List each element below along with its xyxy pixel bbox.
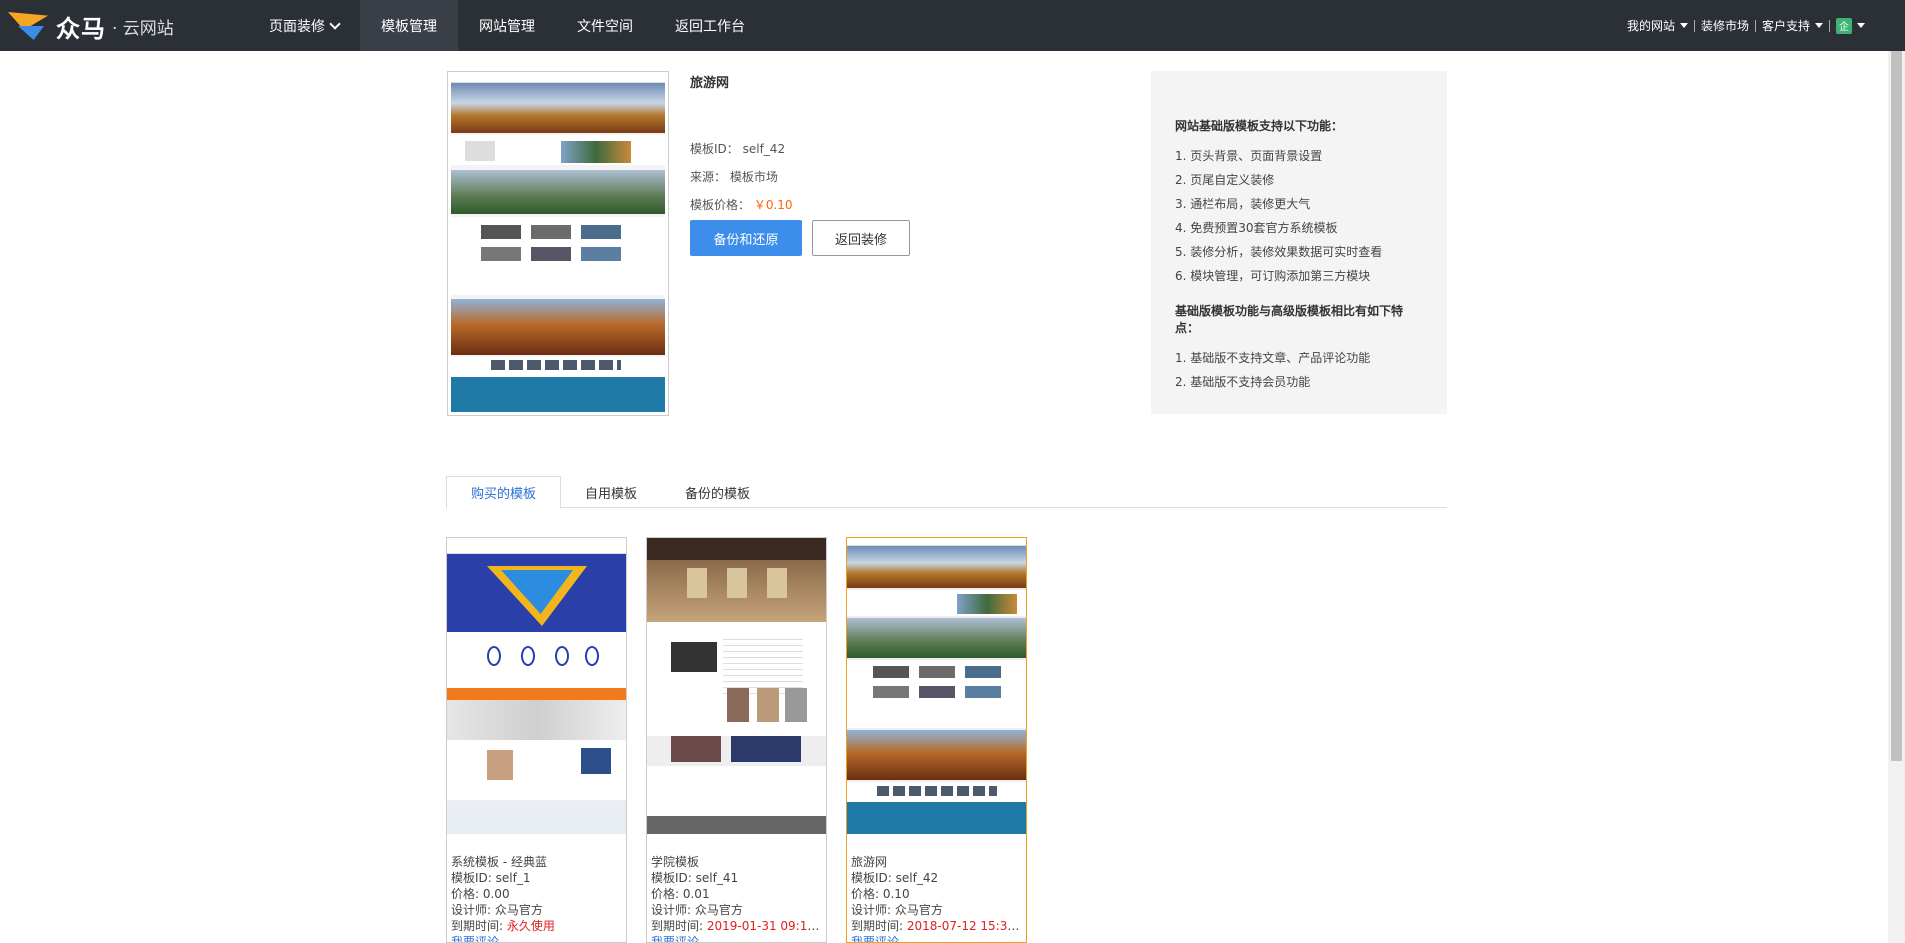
review-link[interactable]: 我要评论 — [451, 934, 622, 942]
template-card-expire: 到期时间: 2019-01-31 09:16:... — [651, 918, 822, 934]
template-price-value: ￥0.10 — [753, 198, 793, 212]
brand-logo[interactable]: 众马 · 云网站 — [8, 6, 174, 46]
enterprise-menu[interactable]: 企 — [1830, 17, 1871, 34]
tab-backup-templates[interactable]: 备份的模板 — [661, 476, 774, 508]
feature-item: 2. 页尾自定义装修 — [1175, 173, 1275, 187]
feature-info-box: 网站基础版模板支持以下功能： 1. 页头背景、页面背景设置 2. 页尾自定义装修… — [1151, 71, 1447, 414]
tab-own-templates[interactable]: 自用模板 — [561, 476, 661, 508]
template-tabs: 购买的模板 自用模板 备份的模板 — [446, 476, 1447, 509]
template-card[interactable]: 学院模板 模板ID: self_41 价格: 0.01 设计师: 众马官方 到期… — [646, 537, 827, 943]
nav-return-workbench[interactable]: 返回工作台 — [654, 0, 766, 51]
template-preview — [447, 71, 669, 416]
logo-text: 众马 — [56, 14, 106, 43]
market-label: 装修市场 — [1700, 19, 1749, 33]
nav-label: 网站管理 — [479, 18, 535, 35]
page-scrollbar[interactable] — [1888, 51, 1905, 943]
template-id-value: self_42 — [742, 142, 786, 156]
feature-item: 6. 模块管理，可订购添加第三方模块 — [1175, 269, 1371, 283]
expire-value: 2018-07-12 15:33:... — [906, 919, 1022, 933]
template-thumbnail[interactable] — [447, 538, 626, 834]
expire-label: 到期时间: — [651, 919, 707, 933]
logo-mark-icon — [8, 8, 54, 44]
template-card-price: 价格: 0.01 — [651, 887, 710, 901]
nav-label: 模板管理 — [381, 18, 437, 35]
feature-item: 5. 装修分析，装修效果数据可实时查看 — [1175, 245, 1383, 259]
template-id-row: 模板ID： self_42 — [690, 140, 1090, 158]
top-navbar: 众马 · 云网站 页面装修 模板管理 网站管理 文件空间 返回工作台 我的网站 … — [0, 0, 1905, 51]
nav-right: 我的网站 装修市场 客户支持 企 — [1621, 0, 1871, 51]
template-id-label: 模板ID： — [690, 142, 739, 156]
customer-support-menu[interactable]: 客户支持 — [1756, 17, 1829, 34]
feature-item: 1. 页头背景、页面背景设置 — [1175, 149, 1323, 163]
logo-subtitle: · 云网站 — [112, 18, 174, 39]
backup-restore-button[interactable]: 备份和还原 — [690, 220, 802, 256]
template-card-designer: 设计师: 众马官方 — [651, 903, 743, 917]
scrollbar-thumb[interactable] — [1891, 51, 1902, 761]
template-source-row: 来源： 模板市场 — [690, 168, 1090, 186]
expire-value: 2019-01-31 09:16:... — [706, 919, 822, 933]
template-card-price: 价格: 0.10 — [851, 887, 910, 901]
template-card[interactable]: 系统模板 - 经典蓝 模板ID: self_1 价格: 0.00 设计师: 众马… — [446, 537, 627, 943]
review-link[interactable]: 我要评论 — [851, 934, 1022, 942]
caret-down-icon — [1857, 23, 1865, 28]
nav-template-management[interactable]: 模板管理 — [360, 0, 458, 51]
nav-page-decoration[interactable]: 页面装修 — [248, 0, 360, 51]
decoration-market-link[interactable]: 装修市场 — [1695, 17, 1755, 34]
template-card[interactable]: 旅游网 模板ID: self_42 价格: 0.10 设计师: 众马官方 到期时… — [846, 537, 1027, 943]
template-card-id: 模板ID: self_42 — [851, 871, 939, 885]
nav-label: 页面装修 — [269, 18, 325, 35]
template-card-info: 系统模板 - 经典蓝 模板ID: self_1 价格: 0.00 设计师: 众马… — [447, 834, 626, 942]
template-card-expire: 到期时间: 2018-07-12 15:33:... — [851, 918, 1022, 934]
template-thumbnail[interactable] — [847, 538, 1026, 834]
expire-label: 到期时间: — [451, 919, 507, 933]
feature-item: 4. 免费预置30套官方系统模板 — [1175, 221, 1338, 235]
review-link[interactable]: 我要评论 — [651, 934, 822, 942]
template-card-info: 学院模板 模板ID: self_41 价格: 0.01 设计师: 众马官方 到期… — [647, 834, 826, 942]
enterprise-icon: 企 — [1836, 17, 1852, 34]
expire-label: 到期时间: — [851, 919, 907, 933]
template-card-name: 系统模板 - 经典蓝 — [451, 855, 547, 869]
limit-item: 2. 基础版不支持会员功能 — [1175, 375, 1311, 389]
caret-down-icon — [1815, 23, 1823, 28]
template-card-id: 模板ID: self_41 — [651, 871, 739, 885]
chevron-down-icon — [329, 17, 341, 30]
return-decoration-button[interactable]: 返回装修 — [812, 220, 910, 256]
nav-file-space[interactable]: 文件空间 — [556, 0, 654, 51]
features-heading: 网站基础版模板支持以下功能： — [1175, 119, 1344, 133]
template-card-price: 价格: 0.00 — [451, 887, 510, 901]
template-source-label: 来源： — [690, 170, 727, 184]
template-thumbnail[interactable] — [647, 538, 826, 834]
my-site-label: 我的网站 — [1626, 19, 1675, 33]
feature-item: 3. 通栏布局，装修更大气 — [1175, 197, 1311, 211]
template-card-expire: 到期时间: 永久使用 — [451, 918, 622, 934]
limits-heading: 基础版模板功能与高级版模板相比有如下特点： — [1175, 304, 1404, 335]
nav-label: 文件空间 — [577, 18, 633, 35]
template-card-id: 模板ID: self_1 — [451, 871, 531, 885]
template-card-designer: 设计师: 众马官方 — [451, 903, 543, 917]
expire-value: 永久使用 — [506, 919, 555, 933]
support-label: 客户支持 — [1761, 19, 1810, 33]
main-nav: 页面装修 模板管理 网站管理 文件空间 返回工作台 — [248, 0, 766, 51]
template-preview-image — [451, 75, 665, 412]
my-site-menu[interactable]: 我的网站 — [1621, 17, 1694, 34]
nav-site-management[interactable]: 网站管理 — [458, 0, 556, 51]
template-card-name: 学院模板 — [651, 855, 700, 869]
tab-purchased-templates[interactable]: 购买的模板 — [446, 476, 562, 509]
template-card-info: 旅游网 模板ID: self_42 价格: 0.10 设计师: 众马官方 到期时… — [847, 834, 1026, 942]
template-price-row: 模板价格： ￥0.10 — [690, 196, 1090, 214]
nav-label: 返回工作台 — [675, 18, 745, 35]
template-card-name: 旅游网 — [851, 855, 888, 869]
limit-item: 1. 基础版不支持文章、产品评论功能 — [1175, 351, 1371, 365]
detail-actions: 备份和还原 返回装修 — [690, 220, 1090, 256]
template-title: 旅游网 — [690, 76, 730, 91]
template-source-value: 模板市场 — [729, 170, 778, 184]
template-detail: 旅游网 模板ID： self_42 来源： 模板市场 模板价格： ￥0.10 备… — [690, 72, 1090, 256]
caret-down-icon — [1679, 23, 1688, 28]
template-price-label: 模板价格： — [690, 198, 751, 212]
template-card-designer: 设计师: 众马官方 — [851, 903, 943, 917]
